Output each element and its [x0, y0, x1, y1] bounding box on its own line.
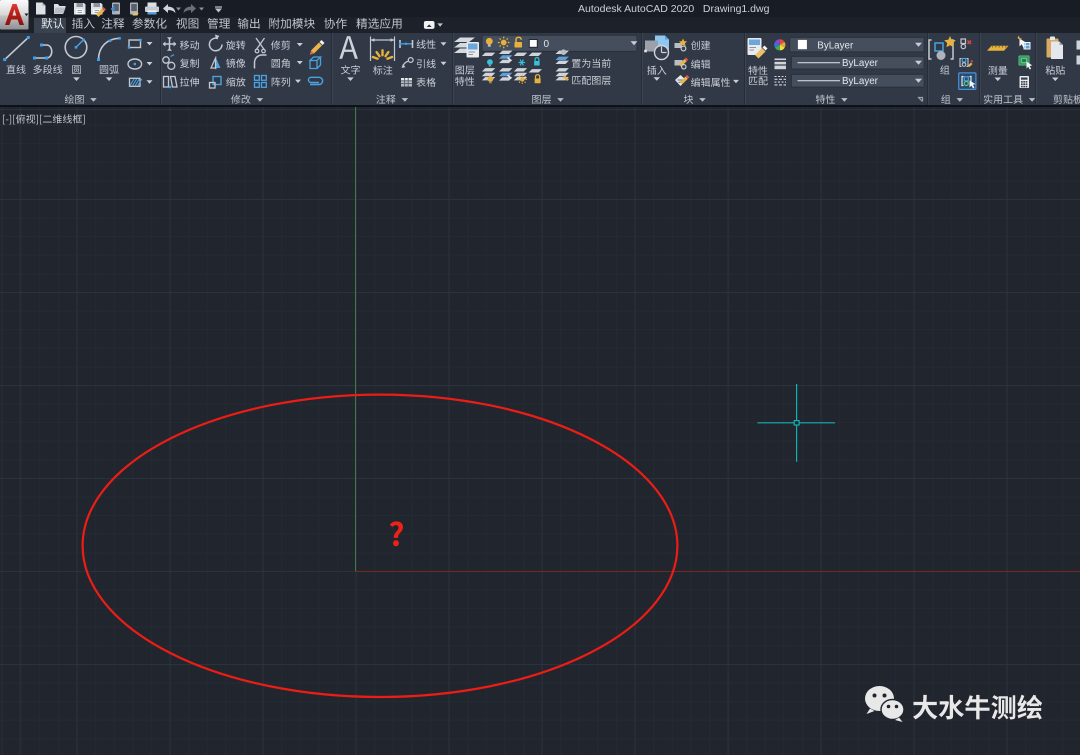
svg-text:0: 0 [544, 39, 550, 50]
svg-text:ByLayer: ByLayer [842, 76, 879, 87]
svg-text:ByLayer: ByLayer [817, 40, 854, 51]
svg-text:ByLayer: ByLayer [842, 58, 879, 69]
